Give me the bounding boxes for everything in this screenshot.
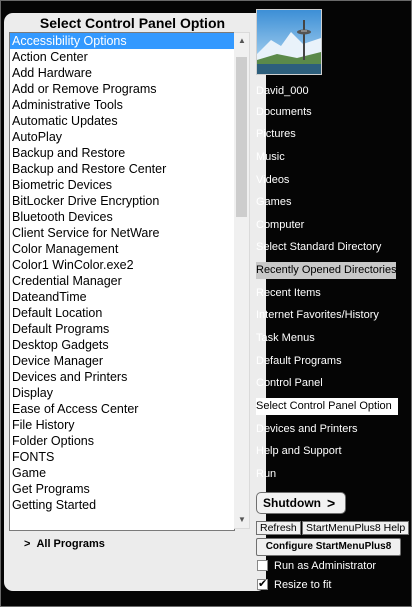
all-programs-button[interactable]: > All Programs [24,538,105,550]
list-item[interactable]: Display [10,385,234,401]
list-item[interactable]: Get Programs [10,481,234,497]
menu-item-videos[interactable]: Videos [256,172,291,189]
menu-item-select-standard-directory[interactable]: Select Standard Directory [256,239,383,256]
run-as-administrator-checkbox[interactable] [257,560,268,571]
list-item[interactable]: AutoPlay [10,129,234,145]
list-item[interactable]: File History [10,417,234,433]
list-item[interactable]: Client Service for NetWare [10,225,234,241]
list-item[interactable]: Color Management [10,241,234,257]
list-item[interactable]: Bluetooth Devices [10,209,234,225]
list-item[interactable]: Folder Options [10,433,234,449]
resize-to-fit-label: Resize to fit [274,579,332,591]
control-panel-options-panel: Select Control Panel Option Accessibilit… [4,13,266,591]
list-item[interactable]: Color1 WinColor.exe2 [10,257,234,273]
list-item[interactable]: BitLocker Drive Encryption [10,193,234,209]
list-item[interactable]: Add or Remove Programs [10,81,234,97]
control-panel-option-list[interactable]: Accessibility Options Action Center Add Ha… [9,32,235,531]
user-name[interactable]: David_000 [256,83,311,100]
list-item[interactable]: Biometric Devices [10,177,234,193]
menu-item-devices-and-printers[interactable]: Devices and Printers [256,421,360,438]
list-item[interactable]: Default Location [10,305,234,321]
list-item[interactable]: Devices and Printers [10,369,234,385]
list-item[interactable]: Backup and Restore Center [10,161,234,177]
list-scrollbar[interactable]: ▲ ▼ [234,32,250,529]
menu-item-recently-opened-directories[interactable]: Recently Opened Directories [256,262,397,279]
panel-title: Select Control Panel Option [39,15,226,31]
menu-item-games[interactable]: Games [256,194,293,211]
all-programs-label: All Programs [36,538,105,550]
menu-item-task-menus[interactable]: Task Menus [256,330,317,347]
configure-button[interactable]: Configure StartMenuPlus8 [256,538,401,556]
resize-to-fit-checkbox[interactable]: ✔ [257,578,268,590]
menu-item-recent-items[interactable]: Recent Items [256,285,323,302]
list-item[interactable]: FONTS [10,449,234,465]
menu-item-help-and-support[interactable]: Help and Support [256,443,344,460]
run-as-administrator-label: Run as Administrator [274,560,377,572]
list-item[interactable]: Desktop Gadgets [10,337,234,353]
user-avatar[interactable] [256,9,322,75]
list-item[interactable]: DateandTime [10,289,234,305]
chevron-right-icon[interactable]: > [327,495,341,511]
list-item[interactable]: Getting Started [10,497,234,513]
list-item[interactable]: Default Programs [10,321,234,337]
menu-item-internet-favorites-history[interactable]: Internet Favorites/History [256,307,381,324]
menu-item-default-programs[interactable]: Default Programs [256,353,344,370]
menu-item-documents[interactable]: Documents [256,104,314,121]
list-item[interactable]: Backup and Restore [10,145,234,161]
chevron-right-icon: > [24,538,31,550]
menu-item-pictures[interactable]: Pictures [256,126,298,143]
scroll-up-arrow-icon[interactable]: ▲ [234,33,250,49]
list-item[interactable]: Add Hardware [10,65,234,81]
menu-item-run[interactable]: Run [256,466,278,483]
menu-item-select-control-panel-option[interactable]: Select Control Panel Option [256,398,398,415]
help-button[interactable]: StartMenuPlus8 Help [302,521,410,535]
list-item[interactable]: Accessibility Options [10,33,234,49]
menu-item-music[interactable]: Music [256,149,287,166]
scroll-thumb[interactable] [236,57,247,217]
list-item[interactable]: Credential Manager [10,273,234,289]
menu-item-control-panel[interactable]: Control Panel [256,375,325,392]
shutdown-button[interactable]: Shutdown > [256,492,346,514]
scroll-down-arrow-icon[interactable]: ▼ [234,512,250,528]
menu-item-computer[interactable]: Computer [256,217,306,234]
checkmark-icon: ✔ [258,578,268,590]
shutdown-label: Shutdown [263,496,321,510]
list-item[interactable]: Action Center [10,49,234,65]
list-item[interactable]: Ease of Access Center [10,401,234,417]
list-item[interactable]: Device Manager [10,353,234,369]
list-item[interactable]: Automatic Updates [10,113,234,129]
space-needle-picture-icon [257,10,321,74]
list-item[interactable]: Game [10,465,234,481]
refresh-button[interactable]: Refresh [256,521,301,535]
list-item[interactable]: Administrative Tools [10,97,234,113]
